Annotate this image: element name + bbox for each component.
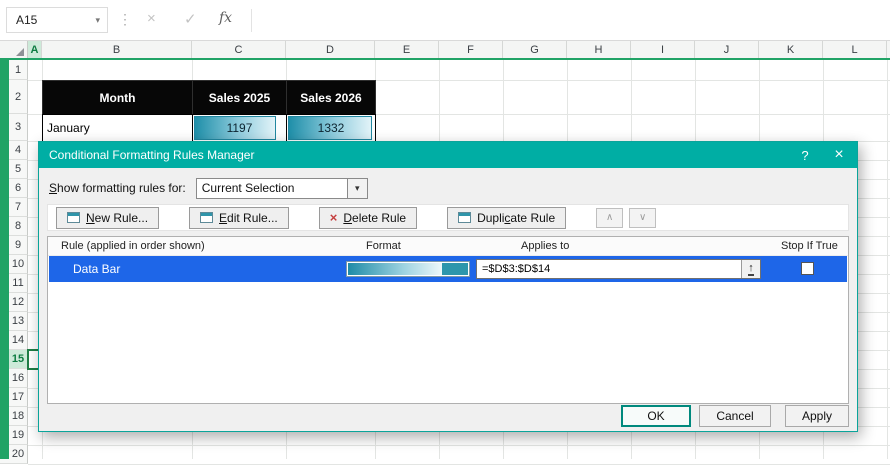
cell-value: 1197 bbox=[226, 121, 253, 135]
left-accent-strip bbox=[0, 60, 9, 459]
rule-name: Data Bar bbox=[73, 262, 121, 276]
help-button[interactable]: ? bbox=[789, 148, 821, 163]
name-box-value: A15 bbox=[16, 13, 38, 27]
gridline bbox=[28, 445, 890, 446]
column-header-L[interactable]: L bbox=[823, 41, 887, 58]
delete-rule-button[interactable]: × Delete Rule bbox=[318, 206, 418, 229]
dialog-title: Conditional Formatting Rules Manager bbox=[49, 148, 255, 162]
formula-bar: A15 ▾ ⋮ × ✓ fx bbox=[0, 0, 890, 41]
applies-to-value: =$D$3:$D$14 bbox=[482, 263, 551, 275]
column-header-K[interactable]: K bbox=[759, 41, 823, 58]
cell-B2[interactable]: Month bbox=[42, 80, 193, 115]
close-button[interactable]: × bbox=[821, 146, 857, 164]
col-header-format: Format bbox=[366, 240, 401, 252]
scope-value: Current Selection bbox=[201, 181, 295, 195]
data-bar-gradient bbox=[348, 263, 442, 275]
column-header-H[interactable]: H bbox=[567, 41, 631, 58]
move-down-button[interactable]: ∨ bbox=[629, 207, 657, 228]
cell-D3[interactable]: 1332 bbox=[286, 114, 376, 142]
move-up-button[interactable]: ∧ bbox=[596, 207, 624, 228]
format-preview bbox=[346, 261, 470, 277]
column-header-I[interactable]: I bbox=[631, 41, 695, 58]
cancel-button[interactable]: Cancel bbox=[699, 405, 771, 427]
applies-to-field[interactable]: =$D$3:$D$14 ↑ bbox=[476, 259, 761, 279]
chevron-down-icon[interactable]: ▾ bbox=[346, 178, 367, 198]
edit-rule-button[interactable]: Edit Rule... bbox=[189, 206, 289, 229]
gridline bbox=[887, 60, 888, 459]
show-rules-label: Show formatting rules for: bbox=[49, 181, 186, 195]
scope-combobox[interactable]: Current Selection ▾ bbox=[195, 177, 368, 199]
rules-list: Rule (applied in order shown) Format App… bbox=[47, 236, 849, 404]
scope-row: Show formatting rules for: Current Selec… bbox=[49, 177, 368, 199]
formula-input[interactable] bbox=[252, 0, 890, 39]
name-box[interactable]: A15 ▾ bbox=[6, 7, 108, 33]
range-picker-button[interactable]: ↑ bbox=[741, 260, 760, 278]
column-header-B[interactable]: B bbox=[42, 41, 192, 58]
cf-rules-manager-dialog: Conditional Formatting Rules Manager ? ×… bbox=[38, 141, 858, 432]
table-icon bbox=[458, 212, 472, 223]
rule-row-data-bar[interactable]: Data Bar =$D$3:$D$14 ↑ bbox=[49, 256, 847, 282]
cell-C2[interactable]: Sales 2025 bbox=[192, 80, 287, 115]
list-header: Rule (applied in order shown) Format App… bbox=[48, 237, 848, 256]
dialog-footer: OK Cancel Apply bbox=[621, 405, 849, 427]
duplicate-rule-button[interactable]: Duplicate Rule bbox=[447, 206, 567, 229]
formula-enter-icon[interactable]: ✓ bbox=[184, 10, 197, 28]
select-all-icon bbox=[16, 48, 24, 56]
dialog-body: Show formatting rules for: Current Selec… bbox=[39, 168, 857, 431]
table-icon bbox=[67, 212, 80, 223]
new-rule-button[interactable]: New Rule... bbox=[56, 206, 160, 229]
cell-D2[interactable]: Sales 2026 bbox=[286, 80, 376, 115]
col-header-applies-to: Applies to bbox=[521, 240, 570, 252]
col-header-stop-if-true: Stop If True bbox=[781, 240, 838, 252]
column-header-E[interactable]: E bbox=[375, 41, 439, 58]
column-header-F[interactable]: F bbox=[439, 41, 503, 58]
column-header-G[interactable]: G bbox=[503, 41, 567, 58]
apply-button[interactable]: Apply bbox=[785, 405, 849, 427]
formula-cancel-icon[interactable]: × bbox=[147, 10, 156, 27]
cell-B3[interactable]: January bbox=[42, 114, 193, 142]
column-header-J[interactable]: J bbox=[695, 41, 759, 58]
table-icon bbox=[200, 212, 214, 223]
column-headers: ABCDEFGHIJKL bbox=[0, 41, 890, 60]
column-header-D[interactable]: D bbox=[286, 41, 375, 58]
rules-toolbar: New Rule... Edit Rule... × Delete Rule D… bbox=[47, 204, 849, 231]
column-header-C[interactable]: C bbox=[192, 41, 286, 58]
cell-C3[interactable]: 1197 bbox=[192, 114, 287, 142]
data-bar-cap bbox=[442, 263, 468, 275]
cell-value: 1332 bbox=[317, 121, 345, 135]
name-box-dropdown-icon[interactable]: ▾ bbox=[95, 15, 107, 26]
chevron-up-icon: ∧ bbox=[605, 212, 614, 223]
ok-button[interactable]: OK bbox=[621, 405, 691, 427]
select-all-corner[interactable] bbox=[0, 41, 28, 58]
stop-if-true-checkbox[interactable] bbox=[801, 262, 814, 275]
col-header-rule: Rule (applied in order shown) bbox=[61, 240, 205, 252]
drag-handle-icon: ⋮ bbox=[118, 11, 132, 27]
delete-icon: × bbox=[329, 210, 338, 225]
collapse-dialog-icon: ↑ bbox=[748, 261, 754, 276]
dialog-titlebar[interactable]: Conditional Formatting Rules Manager ? × bbox=[39, 142, 857, 168]
chevron-down-icon: ∨ bbox=[638, 212, 647, 223]
insert-function-icon[interactable]: fx bbox=[219, 10, 232, 26]
column-header-A[interactable]: A bbox=[28, 41, 42, 58]
